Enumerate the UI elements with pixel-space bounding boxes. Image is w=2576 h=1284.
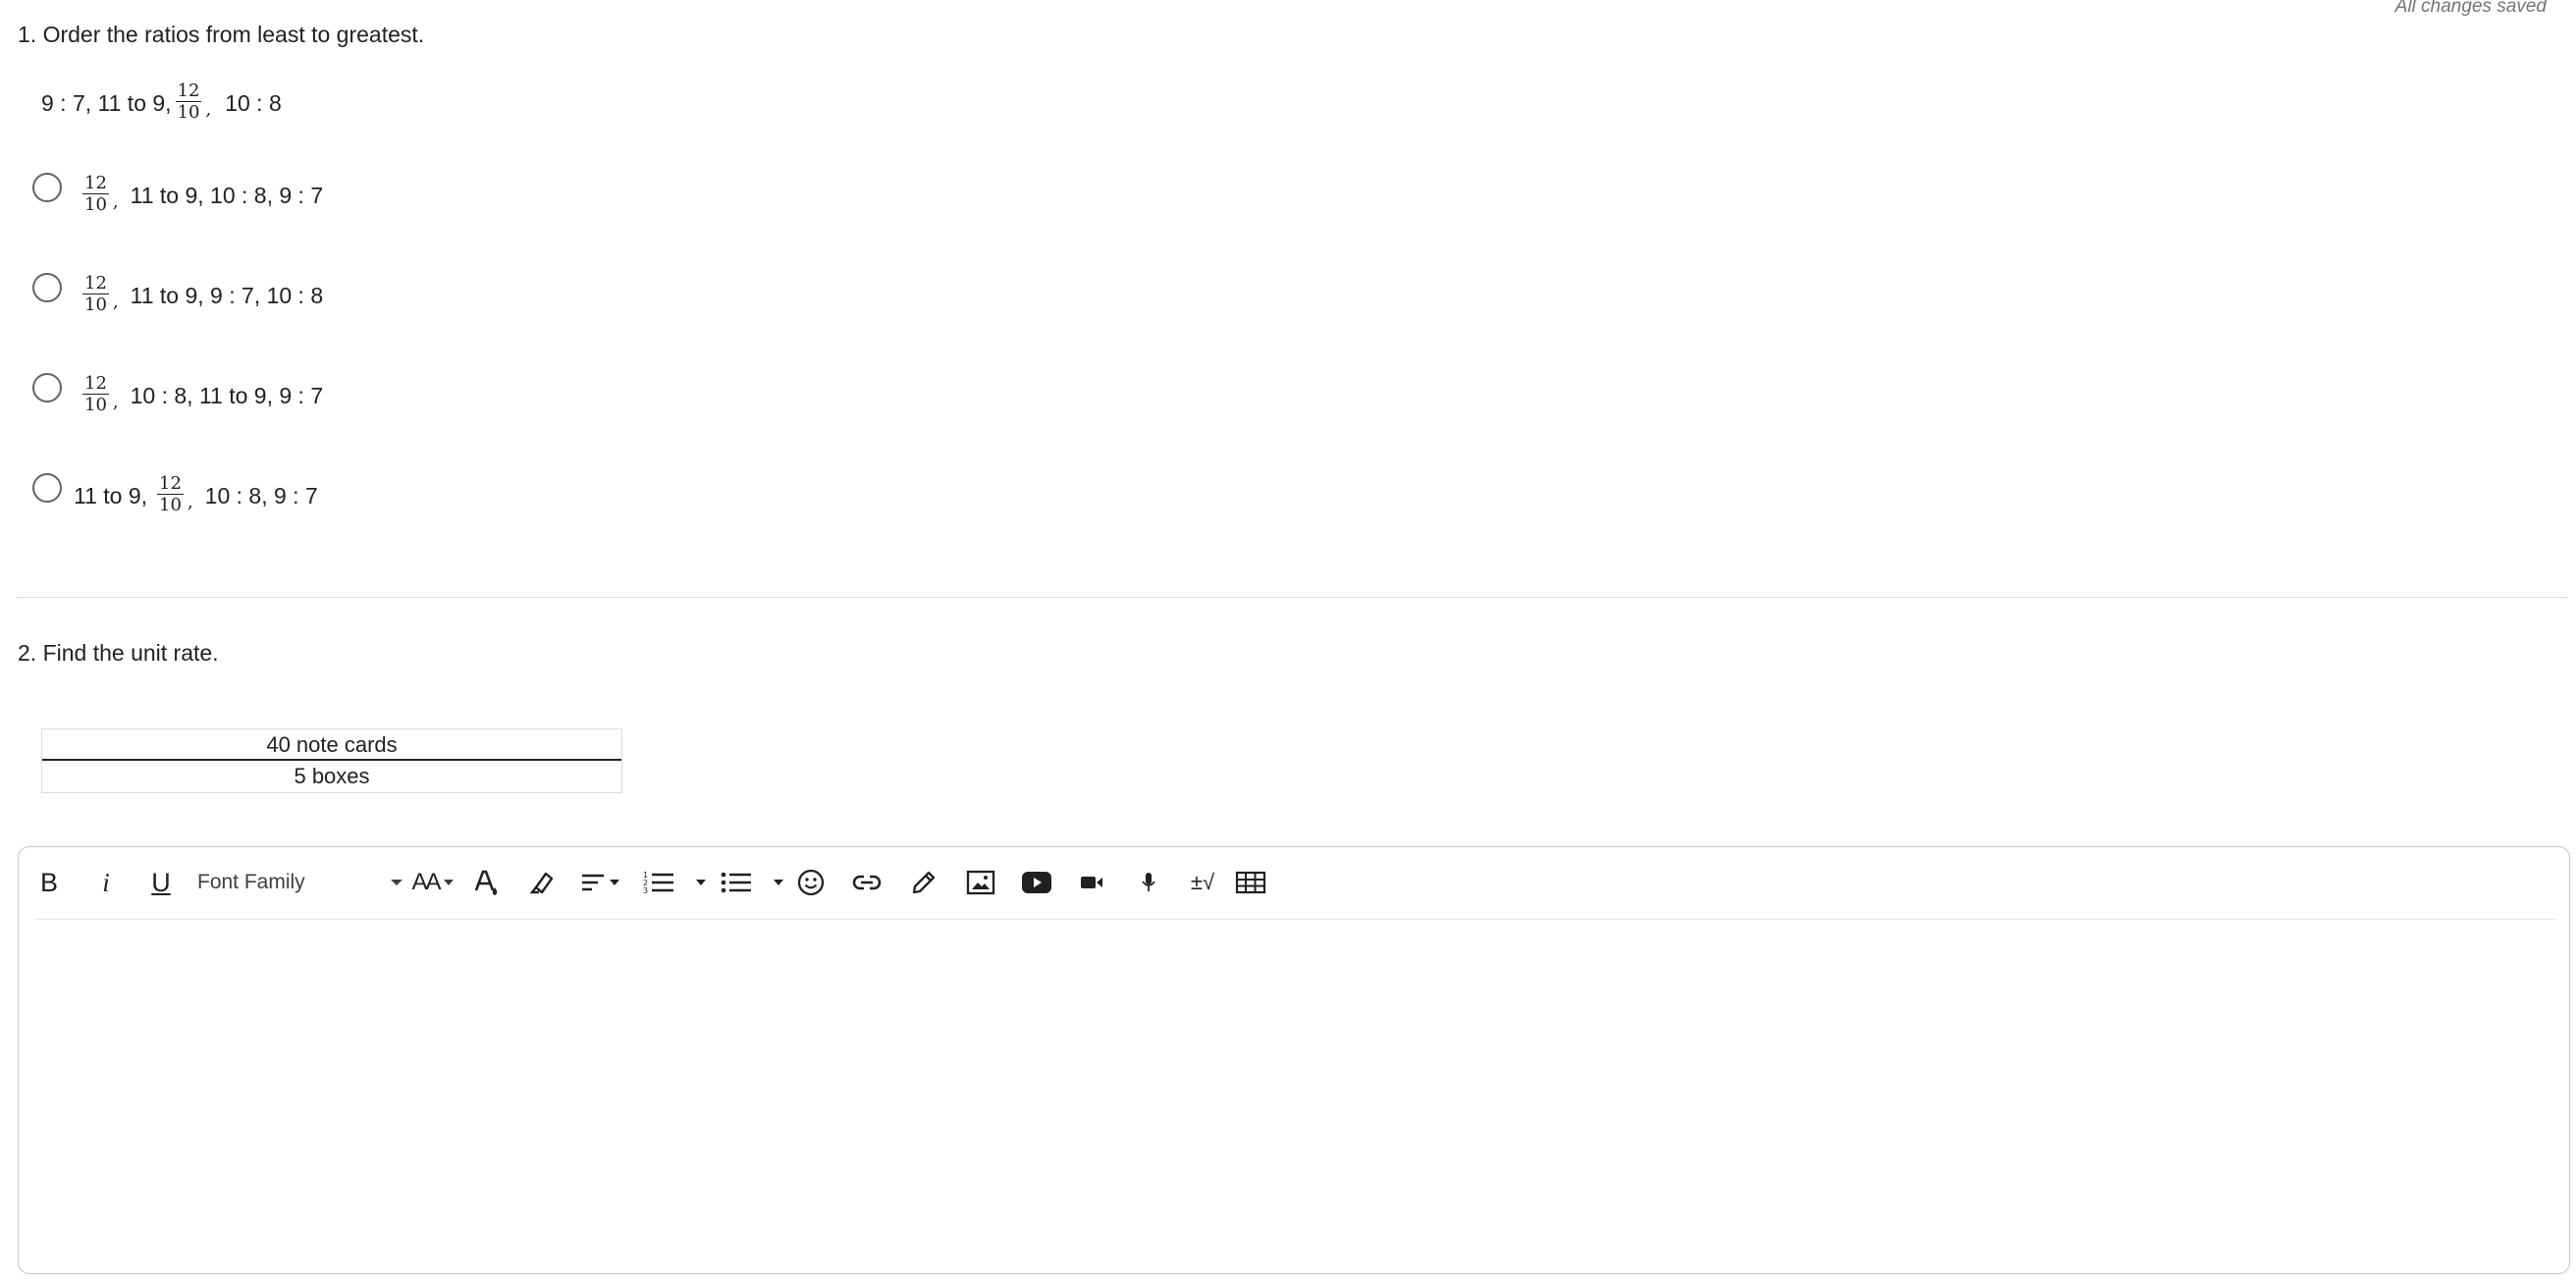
editor-text-area[interactable] — [34, 926, 2553, 1261]
unit-rate-fraction-table: 40 note cards 5 boxes — [41, 728, 622, 793]
answer-editor: B i U Font Family AA 1 2 3 ±√ — [18, 846, 2570, 1274]
font-family-dropdown[interactable]: Font Family — [197, 865, 403, 900]
option-4-radio[interactable] — [32, 473, 62, 503]
rate-denominator: 5 boxes — [294, 764, 370, 788]
question-1-prompt: 9 : 7, 11 to 9, 12 10 , 10 : 8 — [41, 80, 282, 123]
video-camera-icon — [1081, 877, 1102, 888]
rate-numerator: 40 note cards — [42, 729, 621, 761]
assignment-page: All changes saved 1. Order the ratios fr… — [0, 0, 2576, 1284]
bullet-list-icon — [721, 872, 751, 893]
align-dropdown[interactable] — [576, 865, 623, 900]
align-left-icon — [582, 874, 604, 891]
prompt-ratios-text-end: 10 : 8 — [225, 90, 282, 116]
link-icon — [852, 875, 882, 890]
insert-image-button[interactable] — [963, 865, 998, 900]
option-2-label[interactable]: 12 10 , 11 to 9, 9 : 7, 10 : 8 — [79, 273, 323, 317]
chevron-down-icon — [391, 880, 402, 885]
highlight-button[interactable] — [525, 865, 561, 900]
image-icon — [966, 870, 995, 895]
record-video-button[interactable] — [1075, 865, 1108, 900]
text-color-button[interactable] — [470, 865, 504, 900]
font-size-dropdown[interactable]: AA — [407, 865, 458, 900]
question-1-title: 1. Order the ratios from least to greate… — [18, 22, 425, 47]
underline-button[interactable]: U — [146, 865, 176, 900]
emoji-icon — [797, 869, 825, 896]
bold-button[interactable]: B — [34, 865, 64, 900]
toolbar-divider — [34, 919, 2557, 920]
numbered-list-dropdown[interactable]: 1 2 3 — [635, 865, 714, 900]
microphone-icon — [1142, 873, 1155, 891]
svg-text:3: 3 — [643, 886, 648, 895]
text-color-icon — [474, 870, 498, 895]
option-1-radio[interactable] — [32, 173, 62, 202]
equation-button[interactable]: ±√ — [1183, 865, 1222, 900]
bullet-list-dropdown[interactable] — [718, 865, 786, 900]
pencil-icon — [912, 871, 936, 894]
editor-toolbar: B i U Font Family AA 1 2 3 ±√ — [19, 847, 2569, 920]
insert-youtube-button[interactable] — [1019, 865, 1054, 900]
table-icon — [1235, 871, 1266, 894]
equation-icon: ±√ — [1190, 870, 1215, 894]
draw-button[interactable] — [906, 865, 941, 900]
highlighter-icon — [529, 872, 554, 894]
chevron-down-icon — [610, 880, 619, 885]
italic-button[interactable]: i — [91, 865, 121, 900]
record-audio-button[interactable] — [1132, 865, 1165, 900]
option-2-radio[interactable] — [32, 273, 62, 302]
question-divider — [16, 597, 2568, 598]
link-button[interactable] — [849, 865, 885, 900]
prompt-ratios-text: 9 : 7, 11 to 9, — [41, 90, 172, 116]
prompt-fraction: 12 10 — [175, 80, 202, 123]
option-3-radio[interactable] — [32, 373, 62, 402]
option-3-label[interactable]: 12 10 , 10 : 8, 11 to 9, 9 : 7 — [79, 373, 323, 417]
youtube-icon — [1022, 872, 1051, 893]
numbered-list-icon: 1 2 3 — [643, 871, 673, 895]
insert-table-button[interactable] — [1232, 865, 1269, 900]
option-4-label[interactable]: 11 to 9, 12 10 , 10 : 8, 9 : 7 — [74, 473, 318, 517]
emoji-button[interactable] — [794, 865, 828, 900]
save-status: All changes saved — [2394, 0, 2547, 17]
chevron-down-icon — [696, 880, 706, 885]
chevron-down-icon — [774, 880, 783, 885]
question-2-title: 2. Find the unit rate. — [18, 640, 219, 666]
chevron-down-icon — [443, 880, 454, 885]
option-1-label[interactable]: 12 10 , 11 to 9, 10 : 8, 9 : 7 — [79, 173, 323, 217]
